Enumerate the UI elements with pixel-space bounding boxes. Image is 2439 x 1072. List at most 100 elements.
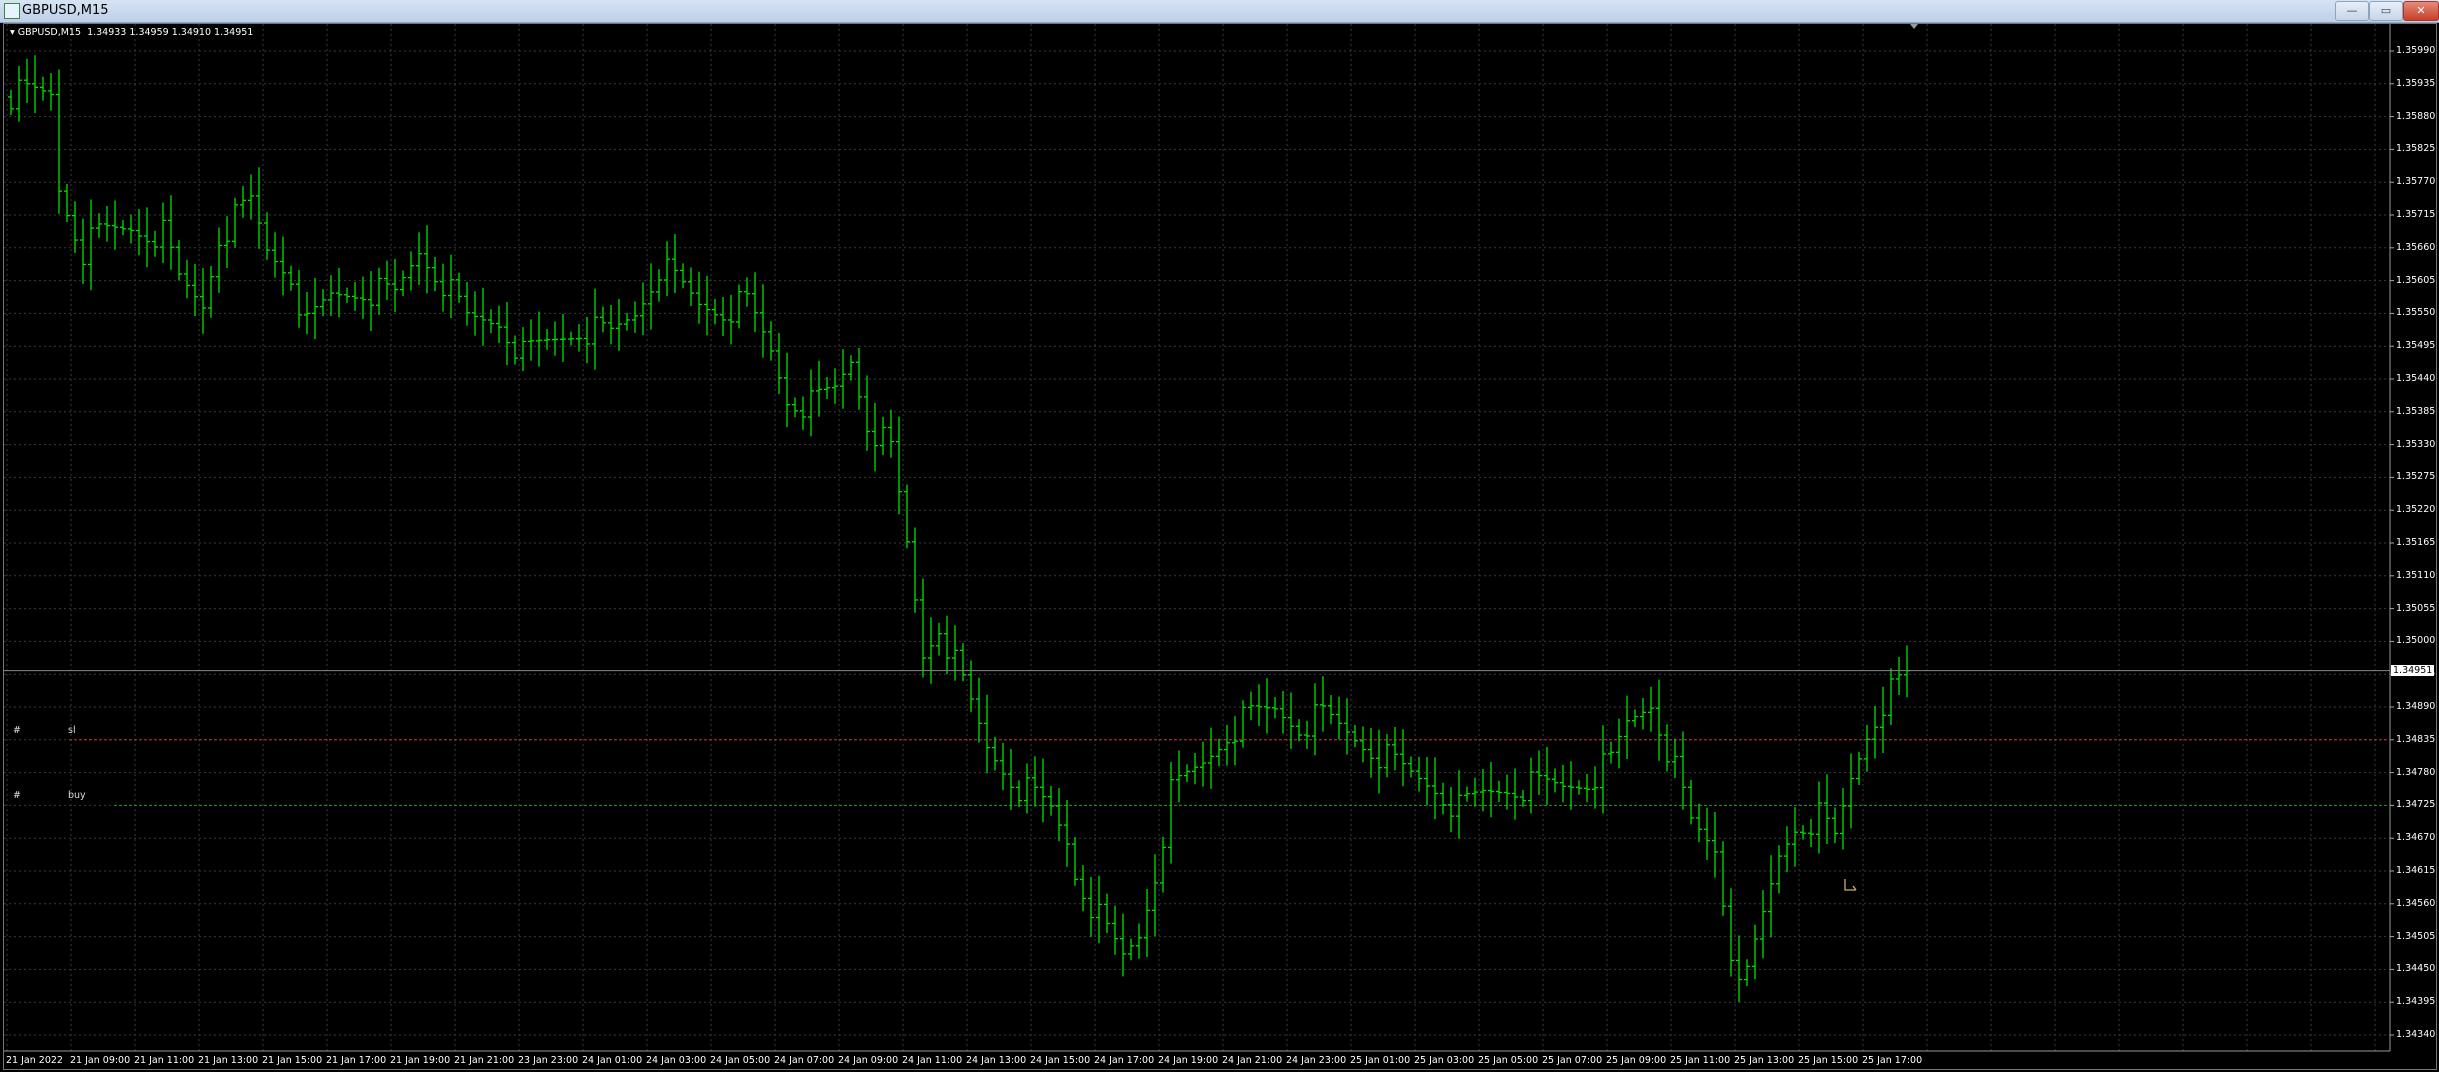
ohlc-bar [1088,876,1094,937]
ohlc-bar [40,76,46,101]
ohlc-bar [1264,678,1270,734]
ohlc-bar [1208,727,1214,789]
info-symbol: GBPUSD,M15 [17,27,82,38]
ohlc-bar [1488,761,1494,818]
ohlc-bar [416,232,422,286]
ohlc-bar [752,272,758,333]
order-name-label: buy [68,790,86,802]
maximize-button[interactable]: ▭ [2369,1,2403,21]
info-low: 1.34910 [171,27,212,38]
price-axis-label: 1.35770 [2396,176,2436,188]
ohlc-bar [880,416,886,456]
ohlc-bar [224,216,230,268]
ohlc-bar [552,321,558,356]
ohlc-bar [1184,764,1190,783]
ohlc-bar [320,289,326,317]
time-axis-label: 23 Jan 23:00 [518,1055,579,1066]
ohlc-bar [472,291,478,336]
price-axis-label: 1.35935 [2396,77,2436,89]
ohlc-bar [688,267,694,307]
ohlc-bar [624,312,630,331]
ohlc-bar [848,355,854,381]
ohlc-bar [1256,684,1262,727]
ohlc-bar [576,324,582,352]
price-axis-label: 1.34395 [2396,996,2436,1008]
ohlc-bar [744,277,750,307]
ohlc-bar [1320,676,1326,732]
ohlc-bar [1808,818,1814,848]
ohlc-bar [288,265,294,291]
stop-level-arrow-icon [1844,879,1857,891]
price-axis-label: 1.35880 [2396,110,2436,122]
ohlc-bar [1728,888,1734,977]
ohlc-bar [776,333,782,394]
ohlc-bar [408,251,414,291]
ohlc-bar [344,287,350,303]
time-axis-label: 24 Jan 03:00 [646,1055,707,1066]
ohlc-bar [368,271,374,331]
ohlc-bar [1136,923,1142,959]
ohlc-bar [1584,773,1590,803]
ohlc-bar [704,275,710,336]
ohlc-bar [1048,785,1054,816]
ohlc-bar [1280,690,1286,734]
ohlc-bar [1536,750,1542,795]
ohlc-bar [1624,695,1630,760]
ohlc-bar [144,207,150,268]
ohlc-bar [1000,742,1006,791]
ohlc-bar [592,288,598,370]
ohlc-bar [192,263,198,317]
ohlc-bar [1376,729,1382,794]
ohlc-bar [1704,807,1710,860]
ohlc-bar [680,263,686,289]
ohlc-bar [1392,726,1398,771]
ohlc-bar [656,269,662,302]
window-title-bar[interactable]: GBPUSD,M15 — ▭ ✕ [0,0,2439,23]
ohlc-bar [1640,698,1646,730]
ohlc-bar [1472,777,1478,807]
ohlc-bar [544,328,550,350]
ohlc-bar [1448,786,1454,833]
ohlc-bar [232,197,238,248]
price-axis-label: 1.34670 [2396,832,2436,844]
ohlc-bar [1520,789,1526,808]
ohlc-bar [1368,728,1374,778]
ohlc-bar [512,335,518,365]
price-axis-label: 1.34890 [2396,701,2436,712]
ohlc-bar [1792,807,1798,867]
ohlc-bar [816,360,822,417]
chart-canvas[interactable] [4,24,2436,1069]
ohlc-bar [208,265,214,318]
ohlc-bar [1432,757,1438,820]
ohlc-bar [488,309,494,334]
close-button[interactable]: ✕ [2403,1,2439,21]
minimize-button[interactable]: — [2335,1,2369,21]
price-axis-label: 1.35550 [2396,307,2436,319]
ohlc-bar [832,368,838,404]
price-axis-label: 1.34615 [2396,865,2436,876]
ohlc-bar [1456,770,1462,839]
ohlc-bar [328,275,334,316]
ohlc-bar [352,282,358,311]
ohlc-bar [1856,751,1862,786]
ohlc-bar [1888,668,1894,726]
ohlc-bar [928,617,934,684]
ohlc-bar [24,58,30,104]
time-axis-label: 24 Jan 01:00 [582,1055,643,1066]
ohlc-bar [72,201,78,253]
ohlc-bar [1600,725,1606,814]
ohlc-bar [56,69,62,214]
time-axis-label: 21 Jan 21:00 [454,1055,515,1066]
ohlc-bar [280,236,286,296]
ohlc-bar [584,316,590,364]
price-axis-label: 1.35990 [2396,45,2436,56]
time-axis-label: 24 Jan 17:00 [1094,1055,1155,1066]
ohlc-bar [632,301,638,333]
ohlc-bar [568,331,574,346]
ohlc-bar [1224,724,1230,766]
price-chart[interactable]: ▾ GBPUSD,M15 1.34933 1.34959 1.34910 1.3… [3,23,2437,1070]
ohlc-bar [1576,780,1582,795]
ohlc-bar [976,677,982,743]
ohlc-bar [920,578,926,678]
collapse-triangle-icon[interactable]: ▾ [10,27,18,38]
